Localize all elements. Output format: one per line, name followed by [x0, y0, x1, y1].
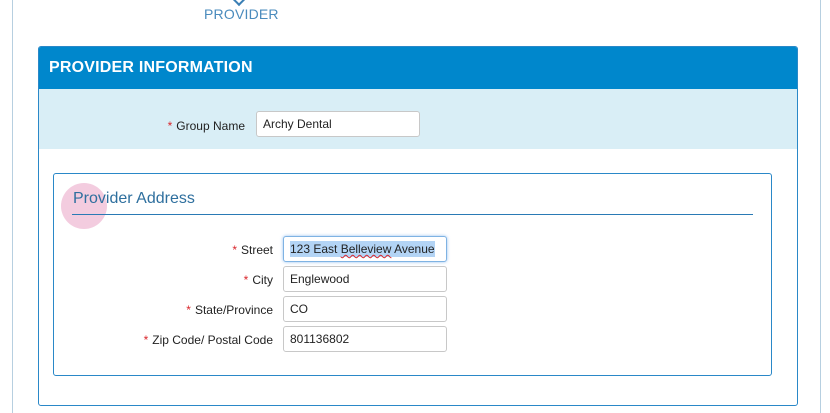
group-name-label: Group Name — [176, 119, 245, 133]
city-label-wrap: * City — [244, 271, 273, 289]
page: PROVIDER PROVIDER INFORMATION * Group Nam… — [0, 0, 830, 413]
city-input[interactable]: Englewood — [283, 266, 447, 292]
group-name-row: * Group Name Archy Dental — [39, 89, 797, 149]
zip-code-label: Zip Code/ Postal Code — [152, 333, 273, 347]
street-value: 123 East Belleview Avenue — [290, 241, 435, 257]
street-value-part: 123 East — [290, 242, 341, 256]
wizard-step-label: PROVIDER — [204, 6, 279, 22]
required-marker: * — [167, 119, 173, 133]
provider-address-title: Provider Address — [73, 190, 195, 207]
group-name-label-wrap: * Group Name — [168, 117, 245, 135]
street-input[interactable]: 123 East Belleview Avenue — [283, 236, 447, 262]
state-province-label: State/Province — [194, 303, 273, 317]
state-label-wrap: * State/Province — [186, 301, 273, 319]
provider-address-section: Provider Address * Street 123 East Bellev… — [53, 173, 772, 376]
street-value-misspelled: Belleview — [340, 242, 392, 256]
section-divider — [72, 214, 753, 215]
zip-code-input[interactable]: 801136802 — [283, 326, 447, 352]
city-label: City — [252, 273, 273, 287]
required-marker: * — [243, 273, 249, 287]
street-label: Street — [240, 243, 273, 257]
required-marker: * — [143, 333, 149, 347]
required-marker: * — [232, 243, 237, 257]
street-value-part: Avenue — [391, 242, 435, 256]
state-province-input[interactable]: CO — [283, 296, 447, 322]
provider-information-panel: PROVIDER INFORMATION * Group Name Archy D… — [38, 46, 798, 406]
required-marker: * — [186, 303, 191, 317]
group-name-input[interactable]: Archy Dental — [256, 111, 420, 137]
street-label-wrap: * Street — [232, 241, 273, 259]
zip-label-wrap: * Zip Code/ Postal Code — [144, 331, 273, 349]
panel-header: PROVIDER INFORMATION — [39, 47, 797, 89]
